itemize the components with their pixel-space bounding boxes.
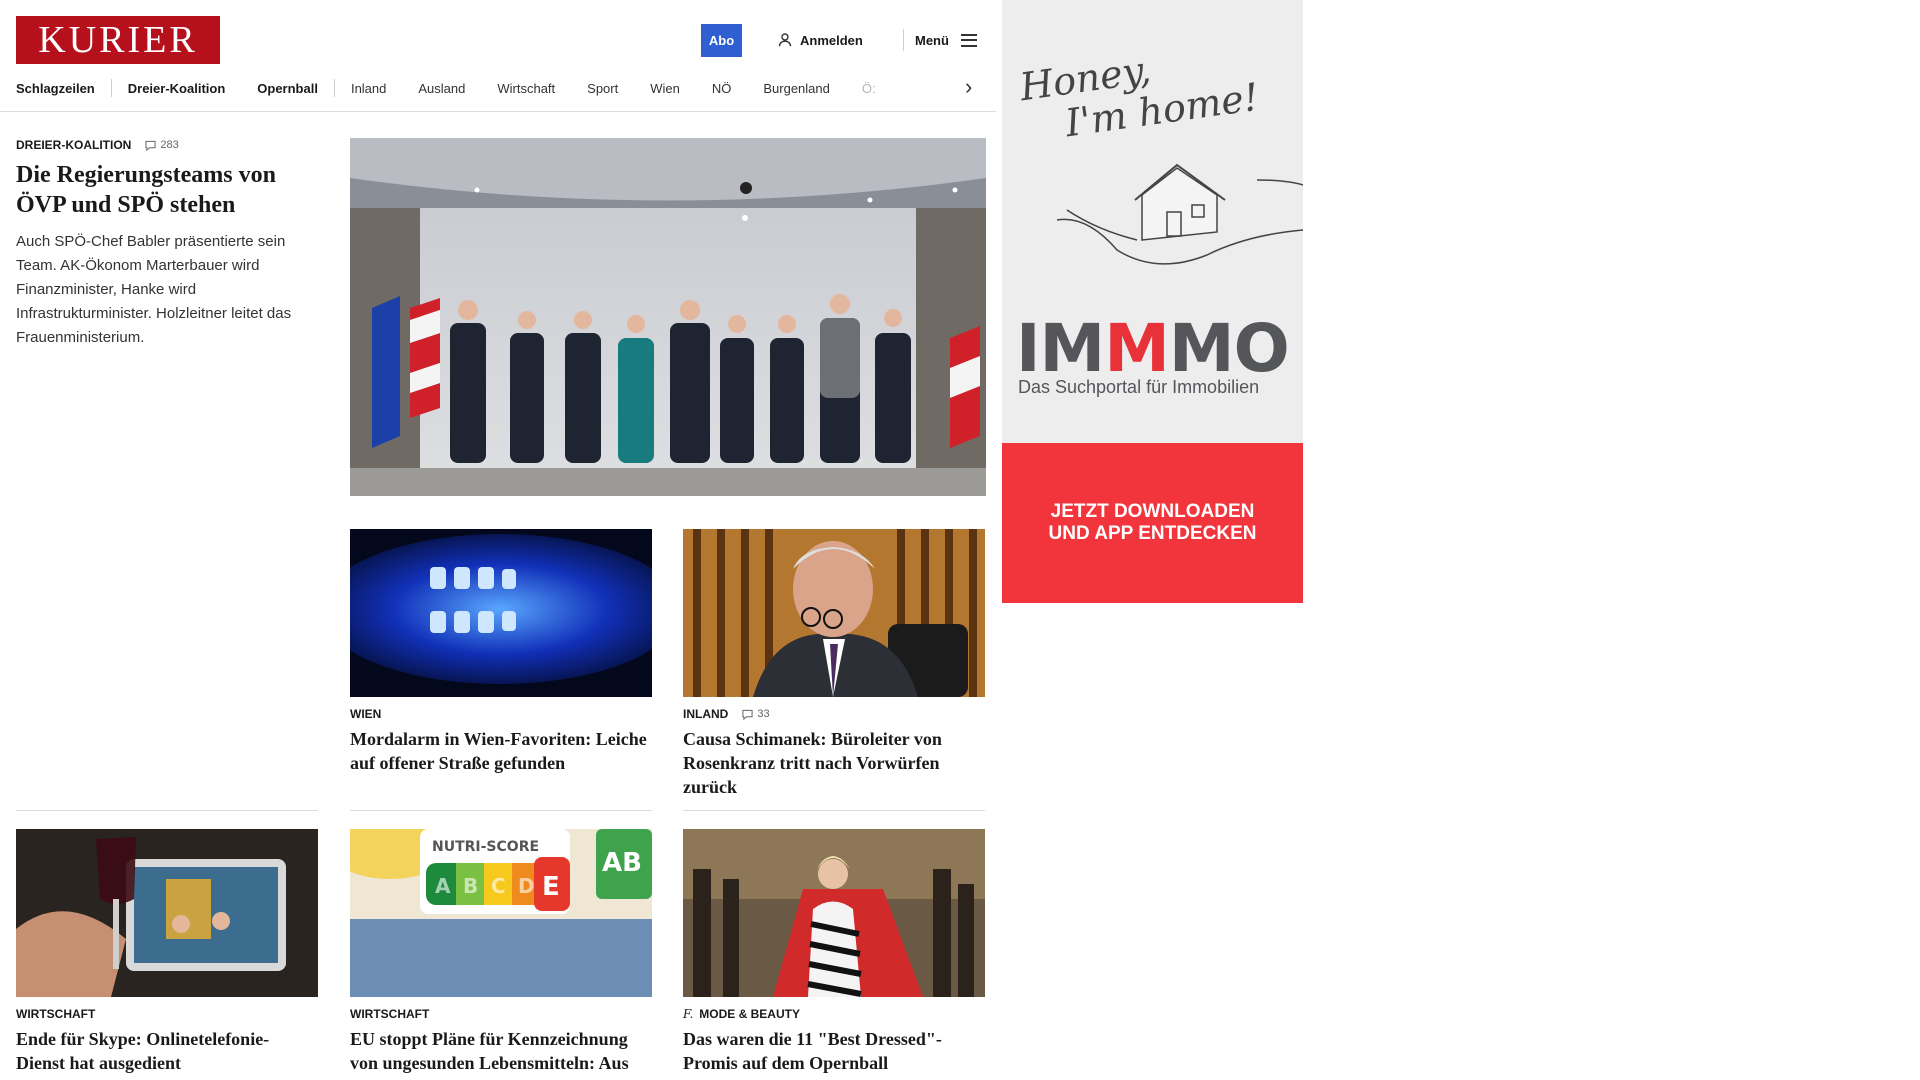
card-comment-count[interactable]: 33	[742, 708, 770, 720]
kurier-logo[interactable]: KURIER	[16, 16, 220, 64]
news-site: KURIER Abo Anmelden Menü Schlagzeilen Dr…	[0, 0, 996, 1080]
article-card[interactable]: WIRTSCHAFT Ende für Skype: Onlinetelefon…	[16, 829, 318, 1075]
image-police-light	[350, 529, 652, 697]
nav-item-wien[interactable]: Wien	[650, 81, 680, 96]
menu-button[interactable]: Menü	[915, 30, 977, 50]
nutri-grade-a: A	[435, 874, 451, 898]
row-divider	[16, 810, 318, 811]
nav-item-burgenland[interactable]: Burgenland	[763, 81, 830, 96]
nutri-label: NUTRI-SCORE	[432, 839, 539, 855]
nav-item-sport[interactable]: Sport	[587, 81, 618, 96]
hamburger-icon	[960, 33, 977, 47]
immmo-logo-part: IM	[1016, 310, 1105, 387]
ad-cta-line1: JETZT DOWNLOADEN	[1050, 501, 1255, 522]
card-headline[interactable]: Causa Schimanek: Büroleiter von Rosenkra…	[683, 727, 985, 799]
immmo-advertisement[interactable]: Honey, I'm home! IMMMO Das Suchportal fü…	[1002, 0, 1303, 603]
lead-image-government-team[interactable]	[350, 138, 986, 496]
section-nav: Schlagzeilen Dreier-Koalition Opernball …	[16, 78, 976, 98]
lead-teaser: Auch SPÖ-Chef Babler präsentierte sein T…	[16, 233, 292, 346]
login-label: Anmelden	[800, 32, 863, 48]
nutri-grade-b: B	[463, 874, 478, 898]
card-category: WIRTSCHAFT	[16, 1007, 96, 1021]
comment-icon	[742, 709, 753, 720]
user-icon	[778, 33, 792, 47]
lead-headline[interactable]: Die Regierungsteams von ÖVP und SPÖ steh…	[16, 160, 320, 220]
nutri-grade-c: C	[491, 874, 506, 898]
nav-item-schlagzeilen[interactable]: Schlagzeilen	[16, 81, 95, 96]
card-comments-number: 33	[757, 708, 770, 720]
immmo-logo: IMMMO	[1016, 310, 1290, 387]
nutri-grade-e: E	[542, 872, 560, 902]
nav-item-ausland[interactable]: Ausland	[418, 81, 465, 96]
nav-item-dreier-koalition[interactable]: Dreier-Koalition	[128, 81, 226, 96]
menu-label: Menü	[915, 32, 949, 48]
immmo-subline: Das Suchportal für Immobilien	[1018, 377, 1260, 397]
nutri-grade-d: D	[518, 874, 535, 898]
article-card[interactable]: INLAND 33 Causa Schimanek: Büroleiter vo…	[683, 529, 985, 799]
ad-visual: Honey, I'm home! IMMMO Das Suchportal fü…	[1002, 0, 1303, 443]
article-card[interactable]: WIEN Mordalarm in Wien-Favoriten: Leiche…	[350, 529, 652, 775]
card-kicker: WIEN	[350, 707, 652, 721]
nav-item-truncated[interactable]: Ö:	[862, 81, 876, 96]
card-headline[interactable]: Mordalarm in Wien-Favoriten: Leiche auf …	[350, 727, 652, 775]
immmo-logo-part: MO	[1168, 310, 1290, 387]
row-divider	[350, 810, 652, 811]
lead-comment-count[interactable]: 283	[145, 139, 179, 151]
card-kicker: INLAND 33	[683, 707, 985, 721]
header-divider	[903, 29, 904, 51]
article-card[interactable]: NUTRI-SCORE A B C D E AB WIRTSCHAFT EU s…	[350, 829, 652, 1080]
freizeit-brand-icon: f.	[683, 1007, 694, 1021]
image-opernball-dress	[683, 829, 985, 997]
image-nutri-score-label: NUTRI-SCORE A B C D E AB	[350, 829, 652, 997]
house-in-hand-icon	[1057, 163, 1303, 265]
ad-tagline: Honey, I'm home!	[1017, 34, 1261, 150]
nav-item-inland[interactable]: Inland	[351, 81, 386, 96]
card-headline[interactable]: EU stoppt Pläne für Kennzeichnung von un…	[350, 1027, 652, 1080]
card-kicker: f. MODE & BEAUTY	[683, 1007, 985, 1021]
card-kicker: WIRTSCHAFT	[16, 1007, 318, 1021]
card-category: WIEN	[350, 707, 382, 721]
lead-article[interactable]: DREIER-KOALITION 283 Die Regierungsteams…	[16, 138, 320, 350]
ad-download-button[interactable]: JETZT DOWNLOADEN UND APP ENTDECKEN	[1002, 443, 1303, 603]
lead-comments-number: 283	[160, 139, 179, 151]
lead-category: DREIER-KOALITION	[16, 138, 132, 152]
nav-item-noe[interactable]: NÖ	[712, 81, 732, 96]
chevron-right-icon[interactable]: ›	[965, 76, 979, 98]
nav-divider	[333, 79, 335, 97]
row-divider	[683, 810, 985, 811]
nav-divider	[110, 79, 112, 97]
lead-kicker: DREIER-KOALITION 283	[16, 138, 320, 152]
image-video-call-tablet	[16, 829, 318, 997]
ad-cta-line2: UND APP ENTDECKEN	[1048, 523, 1257, 544]
card-headline[interactable]: Das waren die 11 "Best Dressed"-Promis a…	[683, 1027, 985, 1075]
card-headline[interactable]: Ende für Skype: Onlinetelefonie-Dienst h…	[16, 1027, 318, 1075]
login-button[interactable]: Anmelden	[778, 30, 863, 50]
abo-button[interactable]: Abo	[701, 24, 742, 57]
immmo-logo-accent: M	[1104, 310, 1170, 387]
card-category: WIRTSCHAFT	[350, 1007, 430, 1021]
nav-item-wirtschaft[interactable]: Wirtschaft	[497, 81, 555, 96]
image-politician-glasses	[683, 529, 985, 697]
bio-logo: AB	[602, 848, 642, 878]
card-kicker: WIRTSCHAFT	[350, 1007, 652, 1021]
comment-icon	[145, 140, 156, 151]
site-header: KURIER Abo Anmelden Menü Schlagzeilen Dr…	[0, 0, 996, 112]
article-card[interactable]: f. MODE & BEAUTY Das waren die 11 "Best …	[683, 829, 985, 1075]
card-category: MODE & BEAUTY	[699, 1007, 800, 1021]
nav-item-opernball[interactable]: Opernball	[257, 81, 318, 96]
card-category: INLAND	[683, 707, 729, 721]
